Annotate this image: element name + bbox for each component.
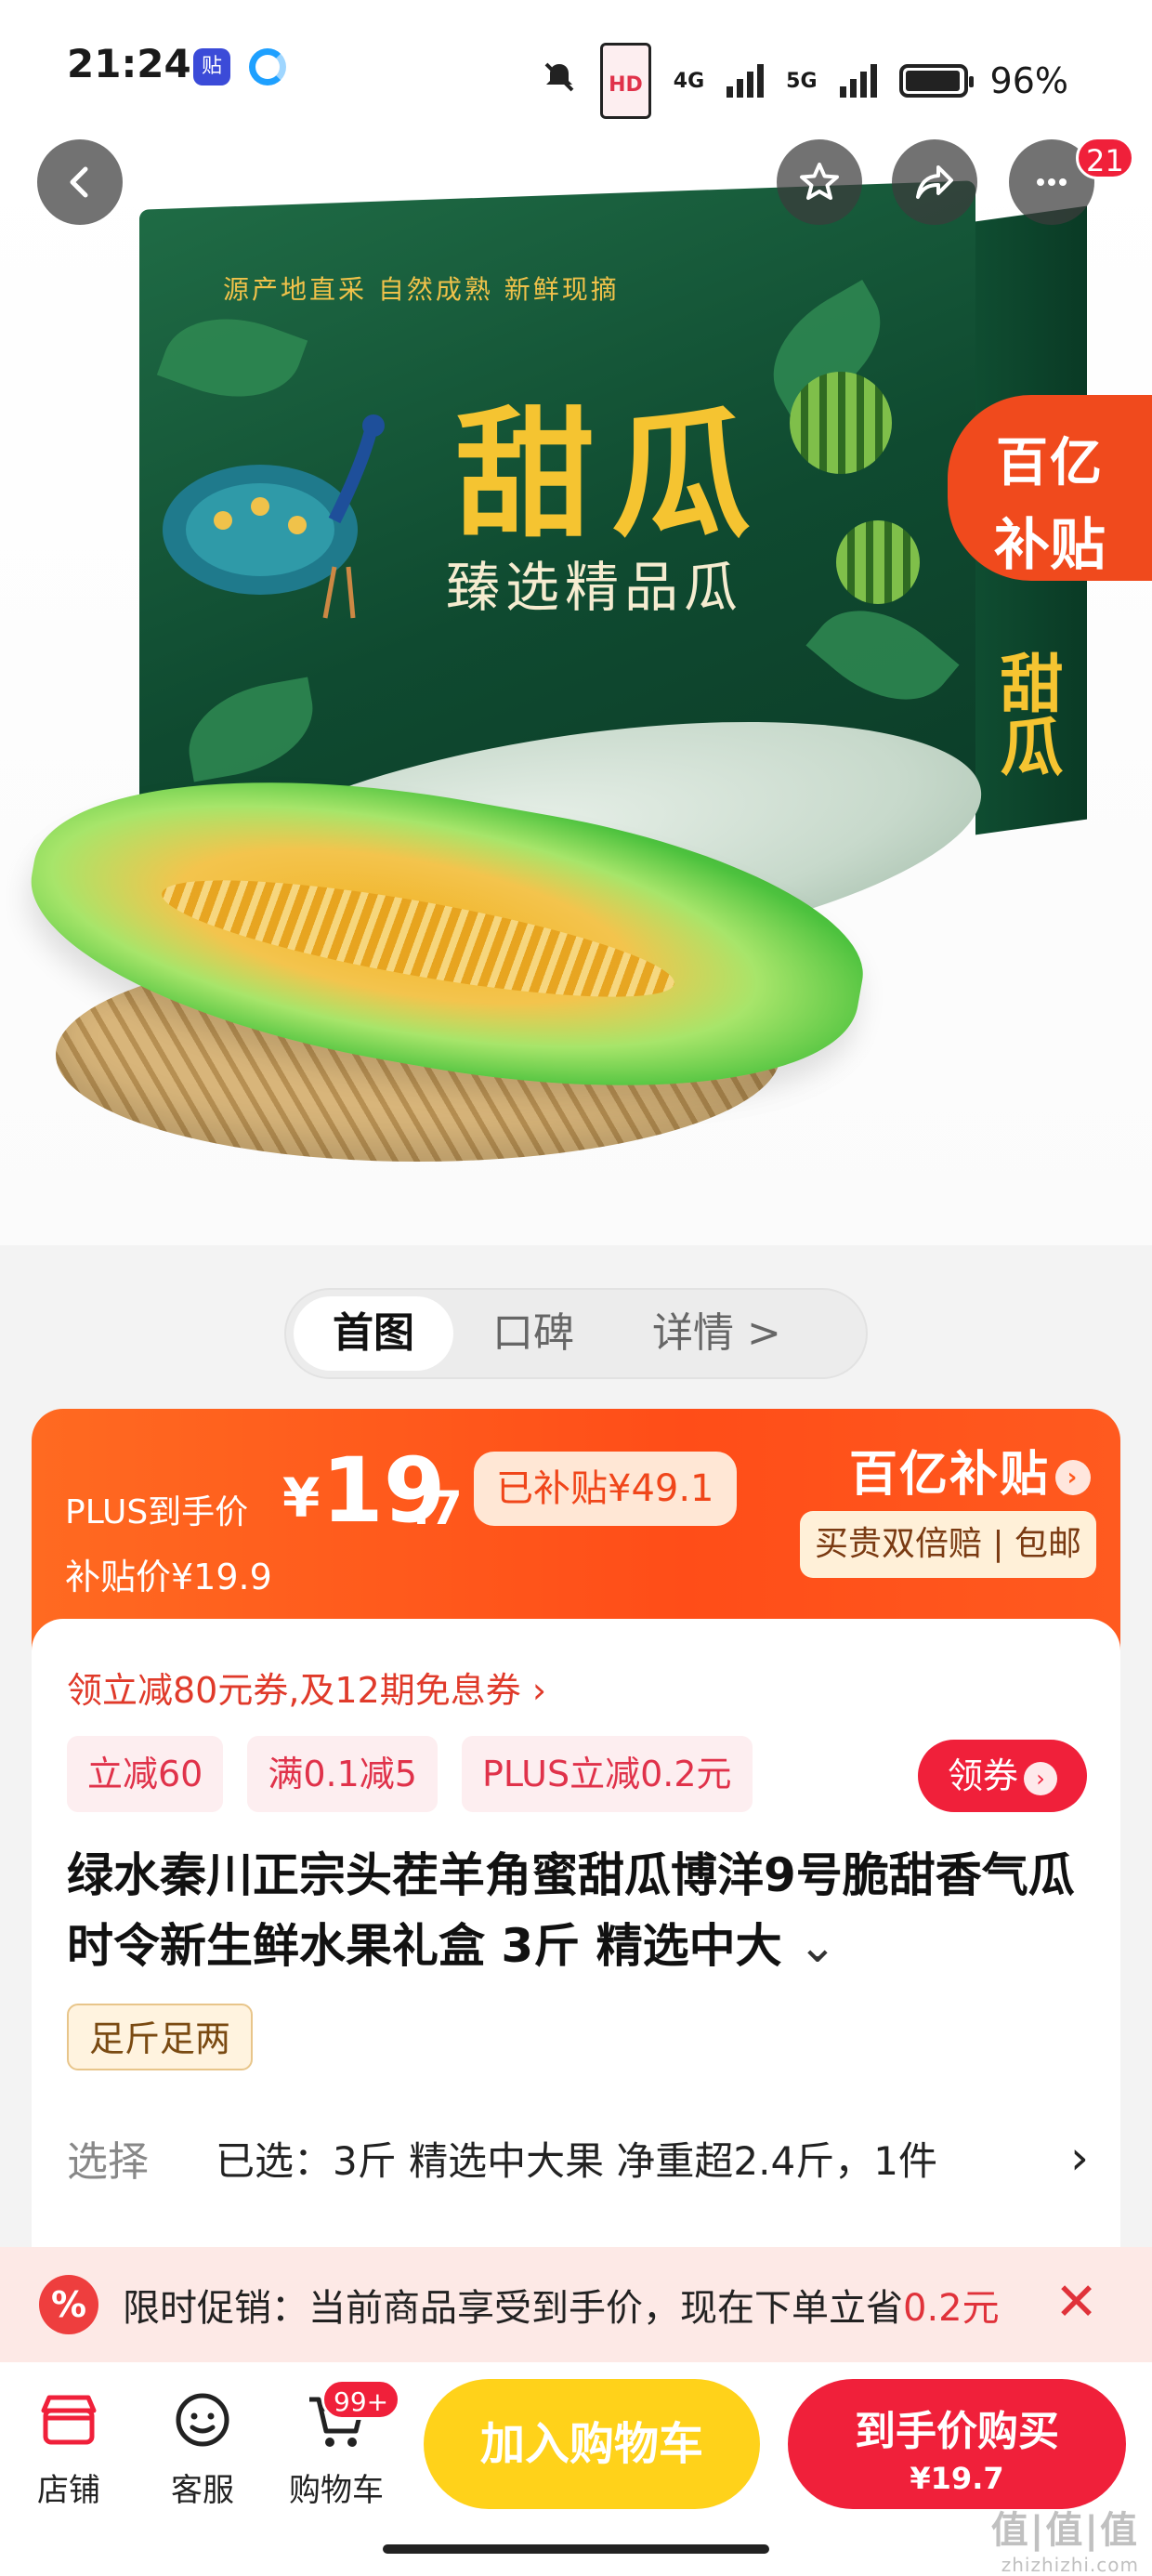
tab-reviews[interactable]: 口碑	[453, 1296, 613, 1371]
box-side-title: 甜瓜	[988, 651, 1063, 777]
mute-icon	[541, 59, 578, 104]
network-4g: 4G	[673, 69, 705, 93]
spec-label: 选择	[67, 2138, 149, 2186]
share-icon	[916, 165, 953, 199]
subsidy-badge: 百亿 补贴	[948, 395, 1152, 581]
message-count-badge: 21	[1076, 137, 1134, 179]
status-time: 21:24	[67, 41, 191, 86]
subsidy-brand-link[interactable]: 百亿补贴 ›	[849, 1435, 1091, 1505]
favorite-button[interactable]	[777, 139, 862, 225]
discount-chip[interactable]: 立减60	[67, 1736, 224, 1812]
store-icon	[41, 2395, 97, 2445]
share-button[interactable]	[892, 139, 977, 225]
discount-chip[interactable]: PLUS立减0.2元	[461, 1736, 753, 1812]
get-coupon-button[interactable]: 领券 ›	[918, 1740, 1087, 1812]
back-button[interactable]	[37, 139, 123, 225]
signal-icon-2	[839, 64, 877, 98]
status-indicators: HD 4G 5G 96%	[541, 43, 1068, 119]
subsidy-price: 补贴价¥19.9	[65, 1557, 272, 1597]
price-currency: ¥	[282, 1466, 321, 1530]
notification-app-icon: 贴	[193, 48, 230, 85]
close-icon[interactable]: ✕	[1054, 2275, 1098, 2331]
add-to-cart-button[interactable]: 加入购物车	[424, 2379, 760, 2509]
star-icon	[800, 163, 839, 200]
network-5g: 5G	[786, 69, 818, 93]
signal-icon	[727, 64, 765, 98]
customer-service-button[interactable]: 客服	[147, 2386, 258, 2510]
promo-message: 限时促销：当前商品享受到手价，现在下单立省	[123, 2287, 903, 2330]
watermark-sub: zhizhizhi.com	[1001, 2554, 1139, 2576]
store-button[interactable]: 店铺	[13, 2386, 124, 2510]
product-title-text: 绿水秦川正宗头茬羊角蜜甜瓜博洋9号脆甜香气瓜时令新生鲜水果礼盒 3斤 精选中大	[67, 1848, 1075, 1973]
cart-label: 购物车	[289, 2472, 384, 2509]
tab-main-image[interactable]: 首图	[294, 1296, 453, 1371]
promo-amount: 0.2元	[903, 2287, 1000, 2330]
get-coupon-label: 领券	[947, 1755, 1018, 1796]
subsidy-badge-line1: 百亿	[996, 433, 1104, 493]
chevron-right-icon: ›	[1024, 1761, 1057, 1795]
chevron-right-icon: ›	[1055, 1460, 1091, 1495]
plus-price-label: PLUS到手价	[65, 1493, 249, 1531]
more-icon	[1037, 178, 1067, 186]
discount-chip[interactable]: 满0.1减5	[247, 1736, 438, 1812]
buy-now-price: ¥19.7	[910, 2461, 1004, 2496]
spec-value: 已选：3斤 精选中大果 净重超2.4斤，1件	[216, 2137, 937, 2184]
sync-icon	[249, 48, 286, 85]
expand-title-icon: ⌄	[798, 1919, 837, 1973]
cart-count-badge: 99+	[321, 2379, 401, 2420]
buy-now-label: 到手价购买	[855, 2408, 1059, 2455]
status-bar: 21:24 贴 HD 4G 5G 96%	[0, 0, 1152, 130]
guarantee-tag: 买贵双倍赔 | 包邮	[799, 1511, 1096, 1578]
watermark: 值|值|值 zhizhizhi.com	[991, 2500, 1139, 2576]
home-indicator[interactable]	[383, 2544, 769, 2554]
chevron-right-icon: ›	[1070, 2131, 1089, 2185]
spec-selector[interactable]: 选择 已选：3斤 精选中大果 净重超2.4斤，1件 ›	[67, 2121, 1089, 2195]
buy-now-button[interactable]: 到手价购买 ¥19.7	[788, 2379, 1126, 2509]
watermark-main: 值|值|值	[990, 2509, 1139, 2552]
box-subtitle: 臻选精品瓜	[446, 556, 744, 619]
quality-tag: 足斤足两	[67, 2004, 254, 2070]
product-info-card: 领立减80元券,及12期免息券 › 立减60 满0.1减5 PLUS立减0.2元…	[32, 1619, 1120, 2269]
coupon-offer-link[interactable]: 领立减80元券,及12期免息券 ›	[67, 1662, 546, 1713]
service-label: 客服	[171, 2472, 234, 2509]
price-decimal: .7	[412, 1481, 463, 1535]
battery-level: 96%	[989, 60, 1068, 101]
discount-icon: %	[39, 2275, 98, 2334]
promo-text: 限时促销：当前商品享受到手价，现在下单立省0.2元	[123, 2278, 1000, 2332]
melon-decoration	[790, 372, 892, 474]
subsidy-brand-label: 百亿补贴	[848, 1447, 1050, 1503]
battery-icon	[898, 64, 974, 98]
hd-badge: HD	[600, 43, 651, 119]
box-slogan: 源产地直采 自然成熟 新鲜现摘	[223, 274, 620, 305]
discount-chips: 立减60 满0.1减5 PLUS立减0.2元	[67, 1736, 753, 1812]
subsidy-badge-line2: 补贴	[994, 513, 1106, 578]
section-tabs: 首图 口碑 详情 >	[284, 1288, 868, 1379]
promo-banner[interactable]: % 限时促销：当前商品享受到手价，现在下单立省0.2元 ✕	[0, 2247, 1152, 2362]
subsidy-amount-tag: 已补贴¥49.1	[474, 1452, 737, 1526]
tab-details[interactable]: 详情 >	[613, 1296, 820, 1371]
box-title: 甜瓜	[455, 393, 768, 557]
store-label: 店铺	[37, 2472, 100, 2509]
chat-icon	[176, 2393, 229, 2447]
product-title[interactable]: 绿水秦川正宗头茬羊角蜜甜瓜博洋9号脆甜香气瓜时令新生鲜水果礼盒 3斤 精选中大 …	[67, 1840, 1089, 1981]
peacock-illustration	[163, 414, 385, 619]
melon-decoration	[836, 520, 920, 604]
chevron-left-icon	[70, 166, 88, 198]
product-image-carousel[interactable]: 源产地直采 自然成熟 新鲜现摘 甜瓜 臻选精品瓜 甜瓜 百亿 补贴 1 7	[0, 130, 1152, 1245]
